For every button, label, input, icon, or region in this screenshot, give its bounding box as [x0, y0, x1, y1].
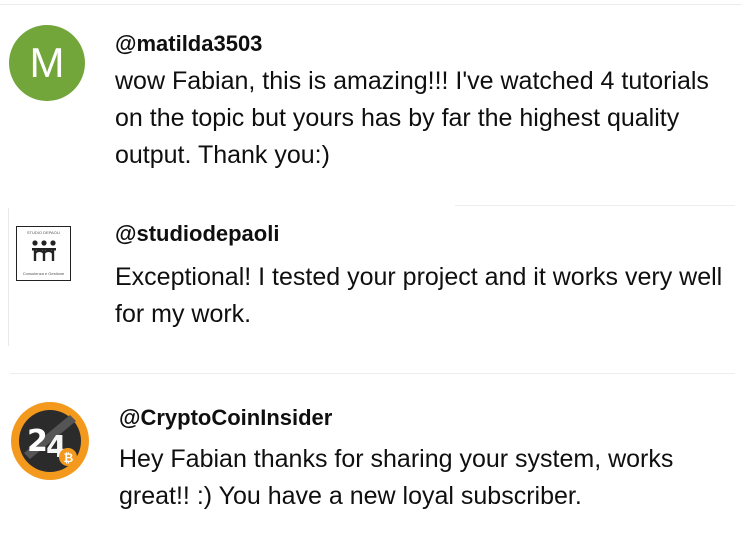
divider [8, 208, 9, 346]
comment-text: wow Fabian, this is amazing!!! I've watc… [115, 67, 709, 169]
comment-text: Hey Fabian thanks for sharing your syste… [119, 445, 674, 510]
comment-item: STUDIO DEPAOLI Consulenza e Gestione @st… [0, 204, 742, 354]
avatar-caption: Consulenza e Gestione [22, 271, 65, 276]
comment-text: Exceptional! I tested your project and i… [115, 263, 723, 328]
comment-author-handle[interactable]: @matilda3503 [115, 31, 262, 57]
avatar[interactable]: M [9, 25, 85, 101]
comment-author-handle[interactable]: @CryptoCoinInsider [119, 405, 332, 431]
comment-author-handle[interactable]: @studiodepaoli [115, 221, 279, 247]
svg-text:₿: ₿ [64, 451, 74, 465]
people-logo-icon [32, 240, 56, 261]
bitcoin-24-logo-icon: 2 4 ₿ [11, 402, 89, 480]
svg-text:2: 2 [27, 424, 48, 459]
divider [10, 373, 735, 374]
comment-item: 2 4 ₿ @CryptoCoinInsider Hey Fabian than… [0, 375, 742, 555]
avatar[interactable]: STUDIO DEPAOLI Consulenza e Gestione [16, 226, 71, 281]
avatar[interactable]: 2 4 ₿ [10, 401, 90, 481]
avatar-caption: STUDIO DEPAOLI [26, 230, 61, 235]
comment-item: M @matilda3503 wow Fabian, this is amazi… [0, 0, 742, 190]
